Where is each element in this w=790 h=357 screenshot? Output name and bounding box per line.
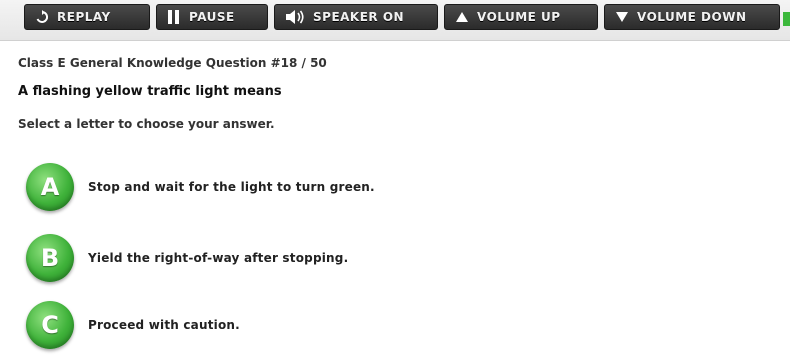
- answer-text-b: Yield the right-of-way after stopping.: [88, 251, 349, 265]
- speaker-button[interactable]: SPEAKER ON: [274, 4, 438, 30]
- audio-toolbar: REPLAY PAUSE SPEAKER ON VOLUME UP VOLUME…: [0, 0, 790, 41]
- replay-button[interactable]: REPLAY: [24, 4, 150, 30]
- volume-down-label: VOLUME DOWN: [637, 10, 747, 24]
- pause-icon: [167, 9, 181, 25]
- answer-letter-badge-a[interactable]: A: [26, 163, 74, 211]
- answer-text-a: Stop and wait for the light to turn gree…: [88, 180, 375, 194]
- replay-label: REPLAY: [57, 10, 111, 24]
- answer-option-c[interactable]: C Proceed with caution.: [26, 300, 240, 350]
- answer-option-a[interactable]: A Stop and wait for the light to turn gr…: [26, 162, 375, 212]
- pause-label: PAUSE: [189, 10, 235, 24]
- question-text: A flashing yellow traffic light means: [18, 84, 282, 99]
- answer-option-b[interactable]: B Yield the right-of-way after stopping.: [26, 233, 348, 283]
- speaker-label: SPEAKER ON: [313, 10, 405, 24]
- question-header: Class E General Knowledge Question #18 /…: [18, 56, 327, 70]
- volume-up-label: VOLUME UP: [477, 10, 561, 24]
- status-indicator: [783, 12, 790, 26]
- replay-icon: [35, 10, 49, 24]
- speaker-icon: [285, 9, 305, 25]
- pause-button[interactable]: PAUSE: [156, 4, 268, 30]
- volume-up-icon: [455, 11, 469, 23]
- answer-letter-badge-b[interactable]: B: [26, 234, 74, 282]
- volume-down-button[interactable]: VOLUME DOWN: [604, 4, 780, 30]
- instruction-text: Select a letter to choose your answer.: [18, 117, 275, 131]
- volume-up-button[interactable]: VOLUME UP: [444, 4, 598, 30]
- answer-letter-badge-c[interactable]: C: [26, 301, 74, 349]
- answer-text-c: Proceed with caution.: [88, 318, 240, 332]
- volume-down-icon: [615, 11, 629, 23]
